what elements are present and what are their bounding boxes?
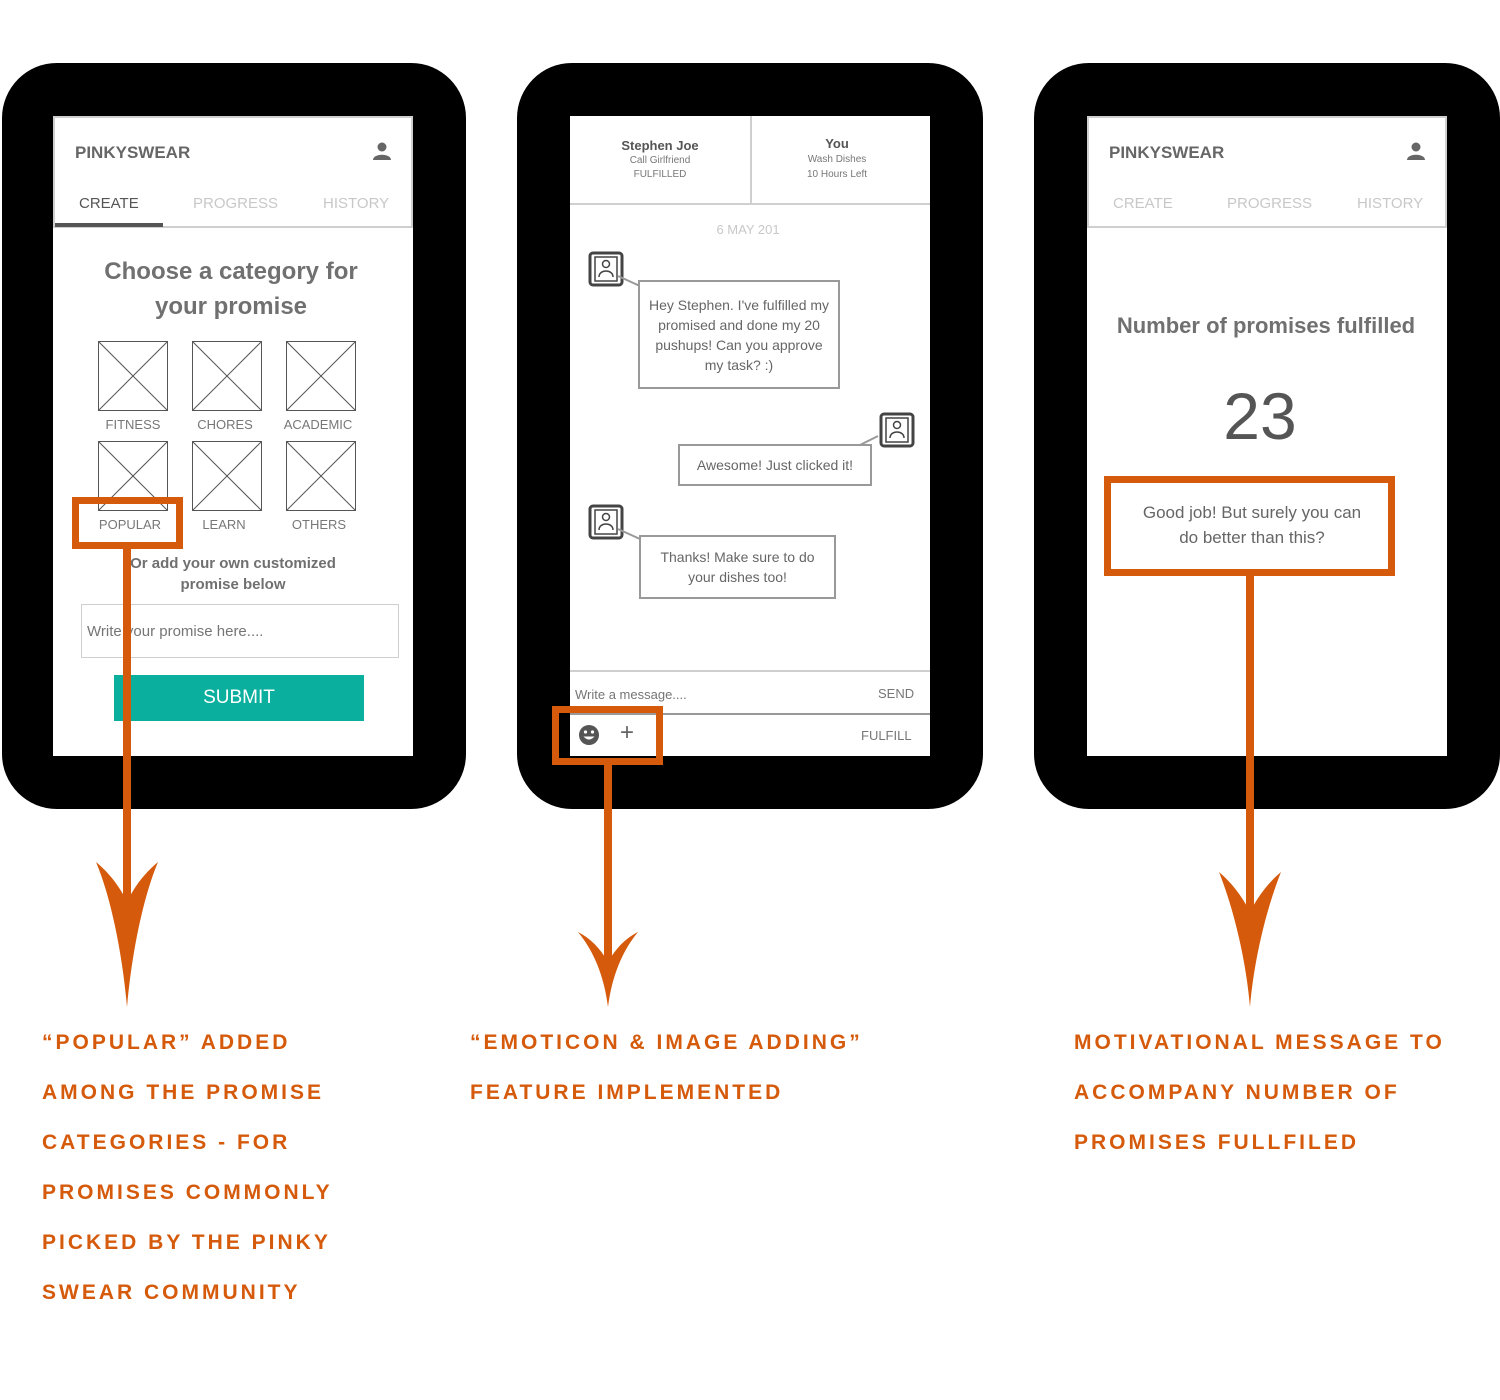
arrow-shaft [123,549,131,929]
annotation-popular: “POPULAR” ADDED AMONG THE PROMISE CATEGO… [42,1031,333,1304]
arrow-shaft [1246,576,1254,946]
arrow-shaft [604,765,612,965]
annotation-emoticon: “EMOTICON & IMAGE ADDING” FEATURE IMPLEM… [470,1031,863,1104]
annotation-motivation: MOTIVATIONAL MESSAGE TO ACCOMPANY NUMBER… [1074,1031,1445,1154]
